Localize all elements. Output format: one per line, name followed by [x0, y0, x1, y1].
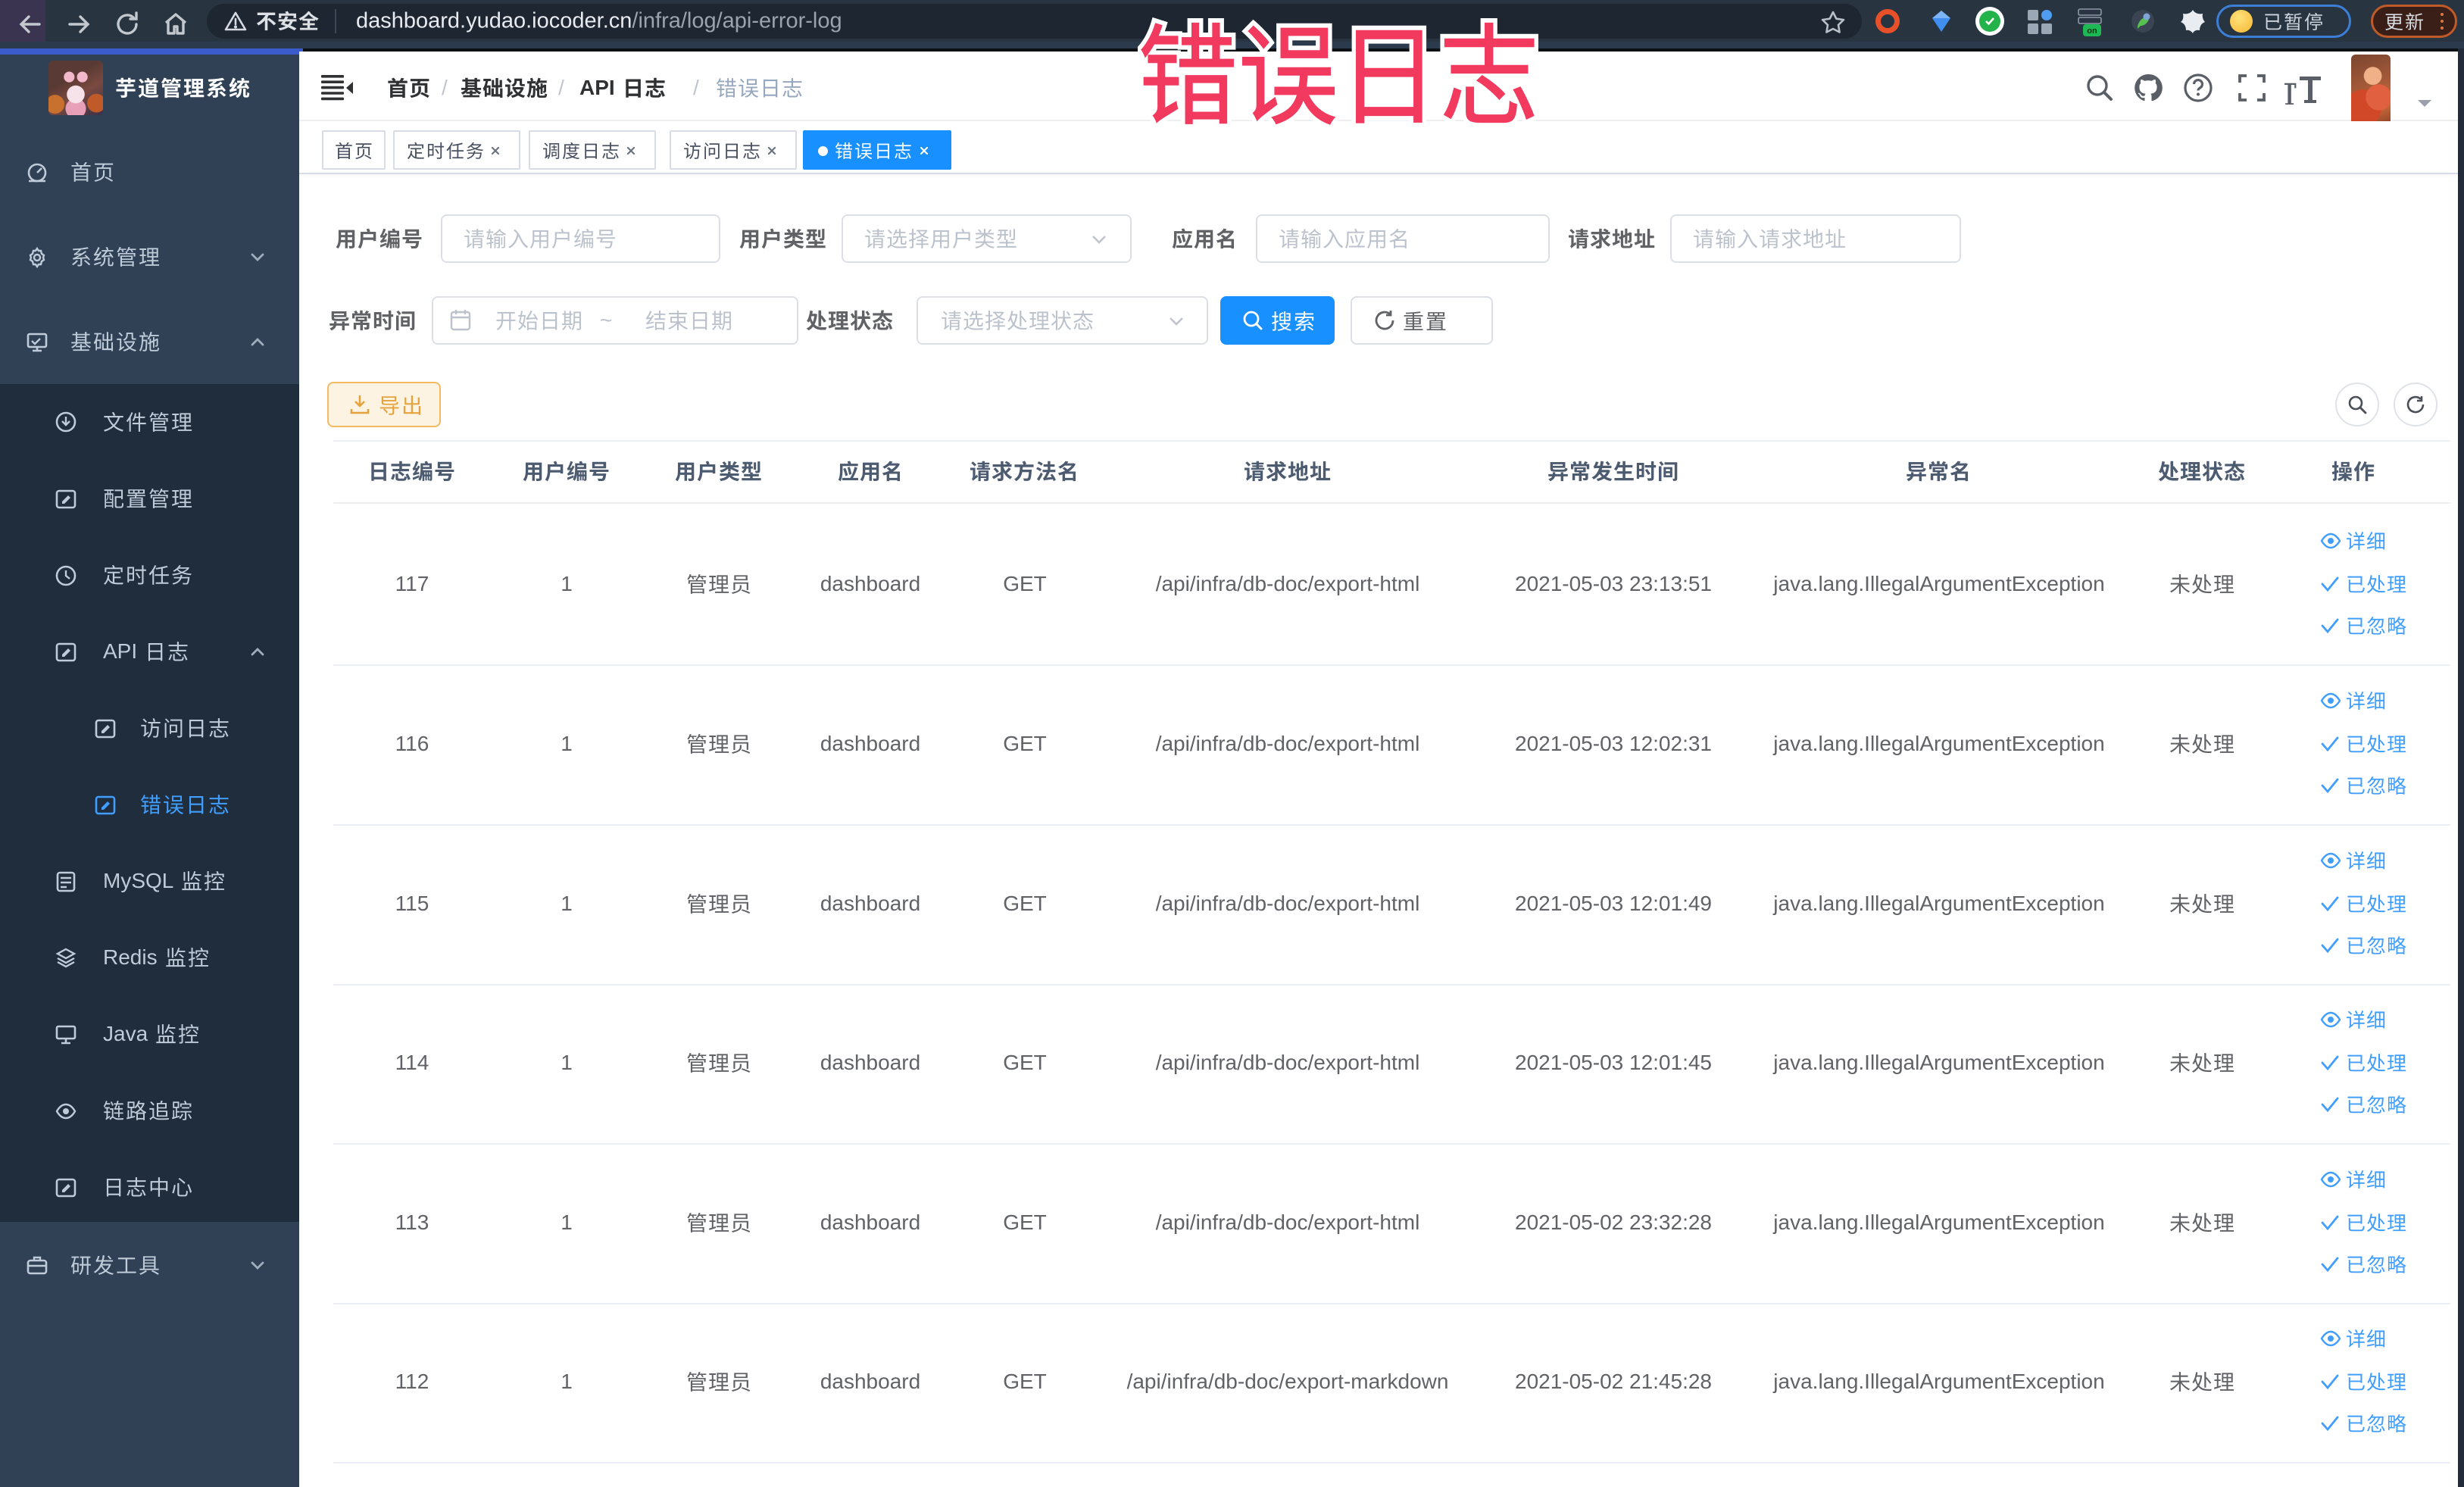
- svg-text:on: on: [2087, 27, 2097, 36]
